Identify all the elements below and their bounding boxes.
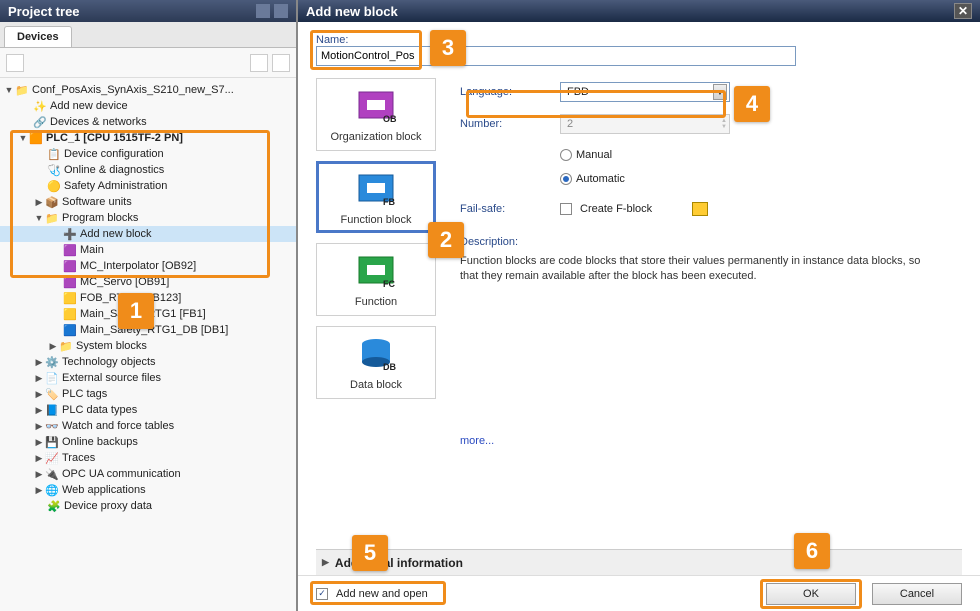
panel-title-icons xyxy=(256,4,288,18)
cancel-button[interactable]: Cancel xyxy=(872,583,962,605)
callout-1: 1 xyxy=(118,293,154,329)
block-type-fb[interactable]: FB Function block xyxy=(316,161,436,234)
tree-watch[interactable]: ▶👓Watch and force tables xyxy=(0,418,296,434)
tree-add-device[interactable]: ✨Add new device xyxy=(0,98,296,114)
more-link[interactable]: more... xyxy=(460,435,494,447)
tree-traces[interactable]: ▶📈Traces xyxy=(0,450,296,466)
tree-backups[interactable]: ▶💾Online backups xyxy=(0,434,296,450)
panel-title: Project tree xyxy=(8,4,80,19)
callout-6: 6 xyxy=(794,533,830,569)
tree-ext-src[interactable]: ▶📄External source files xyxy=(0,370,296,386)
svg-text:FB: FB xyxy=(383,197,395,207)
number-label: Number: xyxy=(460,118,560,130)
manual-radio[interactable]: Manual xyxy=(560,146,612,164)
tree-opcua[interactable]: ▶🔌OPC UA communication xyxy=(0,466,296,482)
tree-mc-servo[interactable]: 🟪MC_Servo [OB91] xyxy=(0,274,296,290)
tree-mc-interp[interactable]: 🟪MC_Interpolator [OB92] xyxy=(0,258,296,274)
language-label: Language: xyxy=(460,86,560,98)
create-fblock-check[interactable]: Create F-block xyxy=(560,200,652,218)
tree-online-diag[interactable]: 🩺Online & diagnostics xyxy=(0,162,296,178)
chevron-down-icon: ▼ xyxy=(713,84,727,100)
add-new-and-open-check[interactable]: Add new and open xyxy=(316,585,428,603)
chevron-right-icon: ▶ xyxy=(322,557,329,568)
tree-main[interactable]: 🟪Main xyxy=(0,242,296,258)
description-text: Function blocks are code blocks that sto… xyxy=(460,254,930,285)
view-grid-icon[interactable] xyxy=(250,54,268,72)
tree-device-config[interactable]: 📋Device configuration xyxy=(0,146,296,162)
tree-system-blocks[interactable]: ▶📁System blocks xyxy=(0,338,296,354)
dialog-title: Add new block xyxy=(306,4,398,19)
tree-toolbar xyxy=(0,48,296,78)
additional-info-bar[interactable]: ▶ Additional information xyxy=(316,549,962,575)
number-input: 2 ▲▼ xyxy=(560,114,730,134)
tree-plc[interactable]: ▼🟧PLC_1 [CPU 1515TF-2 PN] xyxy=(0,130,296,146)
dialog-body: 3 4 2 Name: OB Organization block FB xyxy=(298,22,980,575)
tree-add-block[interactable]: ➕Add new block xyxy=(0,226,296,242)
tree-program-blocks[interactable]: ▼📁Program blocks xyxy=(0,210,296,226)
dialog-title-bar: Add new block ✕ xyxy=(298,0,980,22)
callout-4: 4 xyxy=(734,86,770,122)
callout-5: 5 xyxy=(352,535,388,571)
callout-2: 2 xyxy=(428,222,464,258)
svg-text:DB: DB xyxy=(383,362,396,372)
tree-tech[interactable]: ▶⚙️Technology objects xyxy=(0,354,296,370)
tree-tags[interactable]: ▶🏷️PLC tags xyxy=(0,386,296,402)
number-value: 2 xyxy=(567,118,573,130)
svg-text:FC: FC xyxy=(383,279,395,289)
block-type-ob[interactable]: OB Organization block xyxy=(316,78,436,151)
name-label: Name: xyxy=(316,34,796,46)
close-icon[interactable]: ✕ xyxy=(954,3,972,19)
tree-webapp[interactable]: ▶🌐Web applications xyxy=(0,482,296,498)
tree-software-units[interactable]: ▶📦Software units xyxy=(0,194,296,210)
failsafe-label: Fail-safe: xyxy=(460,203,560,215)
project-tree: 1 ▼📁Conf_PosAxis_SynAxis_S210_new_S7... … xyxy=(0,78,296,611)
failsafe-icon xyxy=(692,202,708,216)
automatic-radio[interactable]: Automatic xyxy=(560,170,625,188)
callout-3: 3 xyxy=(430,30,466,66)
tree-root[interactable]: ▼📁Conf_PosAxis_SynAxis_S210_new_S7... xyxy=(0,82,296,98)
name-row: Name: xyxy=(316,34,962,66)
tree-tool-icon[interactable] xyxy=(6,54,24,72)
dialog-footer: 5 Add new and open 6 OK Cancel xyxy=(298,575,980,611)
name-input[interactable] xyxy=(316,46,796,66)
view-list-icon[interactable] xyxy=(272,54,290,72)
form-area: Language: FBD ▼ Number: 2 ▲▼ xyxy=(460,78,962,537)
collapse-icon[interactable] xyxy=(274,4,288,18)
tab-devices[interactable]: Devices xyxy=(4,26,72,47)
panel-title-bar: Project tree xyxy=(0,0,296,22)
language-select[interactable]: FBD ▼ xyxy=(560,82,730,102)
tree-datatypes[interactable]: ▶📘PLC data types xyxy=(0,402,296,418)
project-tree-panel: Project tree Devices 1 ▼📁Conf_PosAxis_Sy… xyxy=(0,0,298,611)
pin-icon[interactable] xyxy=(256,4,270,18)
tab-bar: Devices xyxy=(0,22,296,48)
description-label: Description: xyxy=(460,236,962,248)
tree-safety-admin[interactable]: 🟡Safety Administration xyxy=(0,178,296,194)
add-new-block-dialog: Add new block ✕ 3 4 2 Name: OB Organiz xyxy=(298,0,980,611)
ok-button[interactable]: OK xyxy=(766,583,856,605)
block-type-fc[interactable]: FC Function xyxy=(316,243,436,316)
tree-proxy[interactable]: 🧩Device proxy data xyxy=(0,498,296,514)
block-type-list: OB Organization block FB Function block … xyxy=(316,78,436,537)
block-type-db[interactable]: DB Data block xyxy=(316,326,436,399)
language-value: FBD xyxy=(567,86,589,98)
svg-text:OB: OB xyxy=(383,114,397,124)
tree-devices-networks[interactable]: 🔗Devices & networks xyxy=(0,114,296,130)
